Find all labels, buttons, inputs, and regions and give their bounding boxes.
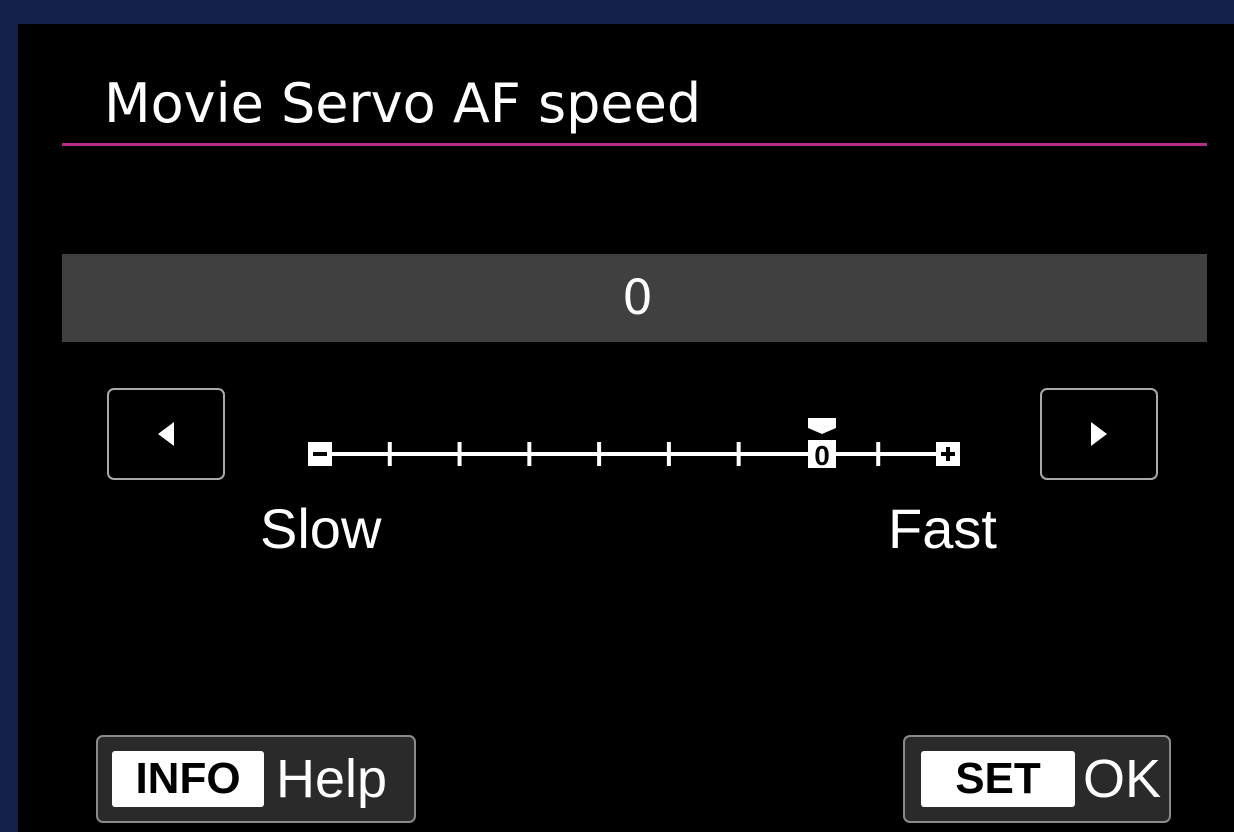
zero-label: 0 — [814, 440, 830, 471]
page-title: Movie Servo AF speed — [104, 72, 702, 135]
decrease-button[interactable] — [107, 388, 225, 480]
ok-label: OK — [1083, 749, 1162, 809]
current-value: 0 — [622, 270, 653, 326]
current-value-bar: 0 — [62, 254, 1207, 342]
help-label: Help — [276, 749, 388, 809]
help-button[interactable]: INFO Help — [96, 735, 416, 823]
menu-screen: Movie Servo AF speed 0 0 Slow Fast INFO … — [18, 24, 1234, 832]
title-divider — [62, 143, 1207, 146]
slow-label: Slow — [260, 497, 382, 560]
set-key-label: SET — [921, 751, 1075, 807]
indicator-cap — [808, 418, 836, 424]
minus-icon — [313, 452, 327, 456]
fast-label: Fast — [888, 497, 997, 560]
ok-button[interactable]: SET OK — [903, 735, 1171, 823]
triangle-right-icon — [1091, 422, 1107, 446]
info-key-label: INFO — [112, 751, 264, 807]
triangle-left-icon — [158, 422, 174, 446]
speed-slider[interactable]: 0 — [288, 384, 988, 484]
plus-icon-v — [946, 447, 950, 461]
increase-button[interactable] — [1040, 388, 1158, 480]
